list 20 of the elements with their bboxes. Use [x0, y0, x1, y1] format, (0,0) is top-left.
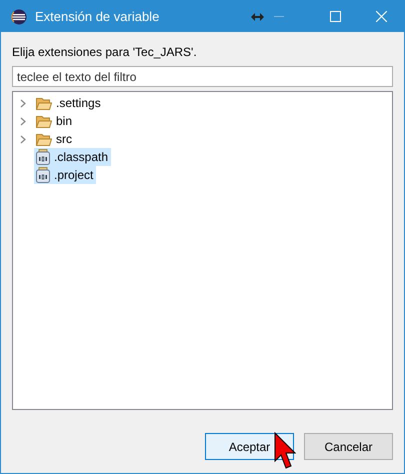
app-icon	[11, 8, 27, 24]
maximize-icon	[330, 11, 340, 22]
window-title: Extensión de variable	[35, 8, 160, 26]
dialog-button[interactable]: Cancelar	[304, 433, 393, 460]
folder-icon	[36, 114, 52, 128]
filter-field[interactable]: teclee el texto del filtro	[12, 66, 393, 87]
file-icon	[36, 149, 50, 165]
tree-item[interactable]: bin	[34, 112, 76, 130]
file-icon	[36, 167, 50, 183]
tree-item[interactable]: .settings	[34, 94, 104, 112]
prompt-label: Elija extensiones para 'Tec_JARS'.	[12, 45, 198, 60]
mouse-cursor-icon	[274, 432, 296, 470]
folder-icon	[36, 132, 52, 146]
tree-item[interactable]: .classpath	[34, 148, 112, 166]
tree-item[interactable]: src	[34, 130, 75, 148]
minimize-icon	[274, 16, 284, 17]
folder-icon	[36, 96, 52, 110]
tree-item[interactable]: .project	[34, 166, 96, 184]
resize-cursor-icon	[251, 12, 264, 20]
close-icon	[376, 11, 386, 22]
